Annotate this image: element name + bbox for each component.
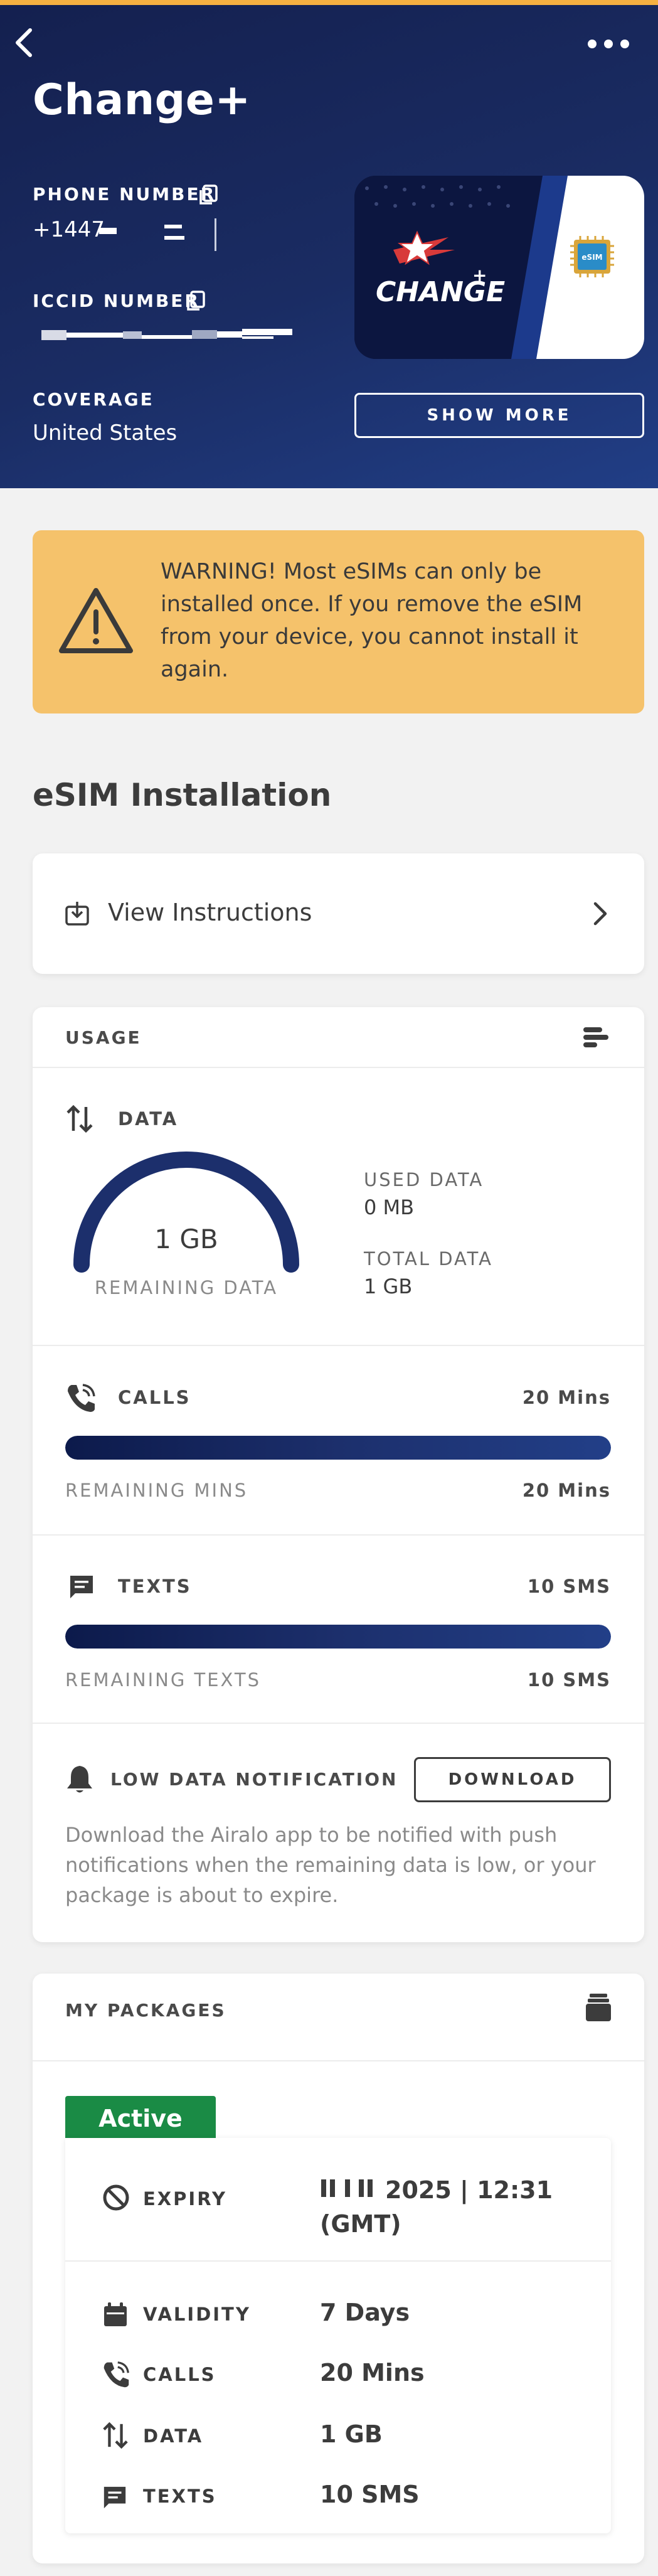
texts-label: TEXTS xyxy=(118,1576,192,1597)
message-icon xyxy=(103,2486,126,2509)
page-title: Change+ xyxy=(33,75,251,125)
dot-icon xyxy=(620,40,629,48)
dot-icon xyxy=(604,40,613,48)
view-instructions-button[interactable]: View Instructions xyxy=(33,853,644,974)
esim-card-art: CHANGE + eSIM xyxy=(354,176,644,359)
texts-value: 10 SMS xyxy=(320,2481,420,2508)
expiry-label: EXPIRY xyxy=(143,2188,227,2210)
data-transfer-icon xyxy=(66,1104,93,1133)
calls-progress-fill xyxy=(65,1436,611,1460)
coverage-value: United States xyxy=(33,420,178,446)
esim-card-image: CHANGE + eSIM xyxy=(354,176,644,359)
remaining-mins-label: REMAINING MINS xyxy=(65,1480,248,1501)
divider xyxy=(65,2260,611,2262)
calls-value: 20 Mins xyxy=(320,2359,425,2386)
texts-progress-bar xyxy=(65,1625,611,1649)
divider xyxy=(33,1067,644,1068)
my-packages-card: MY PACKAGES Active EXPIRY 2025 | 12:31 (… xyxy=(33,1974,644,2563)
remaining-data-value: 1 GB xyxy=(154,1224,218,1254)
esim-header: Change+ PHONE NUMBER +1447 ICCID NUMBER … xyxy=(0,5,658,488)
copy-phone-button[interactable] xyxy=(198,184,218,206)
total-data-label: TOTAL DATA xyxy=(364,1248,493,1269)
texts-progress-fill xyxy=(65,1625,611,1649)
divider xyxy=(33,1534,644,1536)
bell-icon xyxy=(67,1766,92,1793)
my-packages-title: MY PACKAGES xyxy=(65,2000,226,2021)
masked-digits xyxy=(215,218,216,251)
calls-label: CALLS xyxy=(143,2364,216,2385)
package-details: EXPIRY 2025 | 12:31 (GMT) VALIDITY 7 Day… xyxy=(65,2138,611,2533)
copy-icon xyxy=(187,291,205,311)
phone-number-label: PHONE NUMBER xyxy=(33,184,216,205)
back-button[interactable] xyxy=(11,24,36,61)
remaining-texts-label: REMAINING TEXTS xyxy=(65,1669,262,1691)
warning-text: WARNING! Most eSIMs can only be installe… xyxy=(161,559,583,682)
remaining-data-label: REMAINING DATA xyxy=(94,1277,279,1298)
data-label: DATA xyxy=(118,1108,179,1130)
calls-label: CALLS xyxy=(118,1387,191,1408)
usage-card: USAGE DATA 1 GB REMAINING DATA USED DATA… xyxy=(33,1007,644,1942)
divider xyxy=(33,1723,644,1724)
expiry-value: 2025 | 12:31 (GMT) xyxy=(320,2176,553,2238)
notification-description: Download the Airalo app to be notified w… xyxy=(65,1823,596,1907)
packages-stack-icon[interactable] xyxy=(585,1992,612,2023)
phone-number-value: +1447 xyxy=(33,217,105,242)
chevron-right-icon xyxy=(593,902,607,926)
svg-text:+: + xyxy=(472,265,487,286)
used-data-label: USED DATA xyxy=(364,1169,484,1190)
validity-label: VALIDITY xyxy=(143,2304,251,2325)
texts-total: 10 SMS xyxy=(527,1576,611,1597)
installation-title: eSIM Installation xyxy=(33,777,332,813)
remaining-texts-value: 10 SMS xyxy=(527,1669,611,1691)
divider xyxy=(33,2060,644,2061)
more-options-button[interactable] xyxy=(583,33,634,55)
validity-value: 7 Days xyxy=(320,2299,410,2326)
masked-digits xyxy=(99,228,117,234)
block-icon xyxy=(103,2184,129,2211)
data-value: 1 GB xyxy=(320,2420,383,2448)
esim-chip-icon: eSIM xyxy=(570,236,614,277)
show-more-button[interactable]: SHOW MORE xyxy=(354,393,644,438)
calls-progress-bar xyxy=(65,1436,611,1460)
coverage-label: COVERAGE xyxy=(33,389,154,410)
warning-banner: WARNING! Most eSIMs can only be installe… xyxy=(33,530,644,713)
status-badge: Active xyxy=(65,2096,216,2141)
low-data-notification-label: LOW DATA NOTIFICATION xyxy=(110,1769,398,1790)
remaining-mins-value: 20 Mins xyxy=(522,1480,611,1501)
masked-digits xyxy=(164,225,182,228)
total-data-value: 1 GB xyxy=(364,1275,413,1298)
top-accent-line xyxy=(0,0,658,5)
data-label: DATA xyxy=(143,2425,204,2447)
copy-icon xyxy=(199,184,218,205)
usage-list-icon[interactable] xyxy=(582,1025,611,1050)
svg-text:eSIM: eSIM xyxy=(581,253,602,262)
warning-icon xyxy=(59,588,133,653)
used-data-value: 0 MB xyxy=(364,1195,415,1219)
chevron-left-icon xyxy=(16,28,32,57)
remaining-data-gauge xyxy=(73,1152,299,1273)
copy-iccid-button[interactable] xyxy=(186,291,206,312)
data-transfer-icon xyxy=(103,2422,128,2449)
download-button[interactable]: DOWNLOAD xyxy=(414,1757,611,1802)
usage-title: USAGE xyxy=(65,1027,142,1048)
calendar-icon xyxy=(104,2302,127,2326)
message-icon xyxy=(70,1576,93,1598)
dot-icon xyxy=(588,40,597,48)
divider xyxy=(33,1345,644,1346)
download-icon xyxy=(65,902,89,926)
phone-call-icon xyxy=(68,1384,95,1412)
calls-total: 20 Mins xyxy=(522,1387,611,1408)
masked-digits xyxy=(164,236,184,240)
texts-label: TEXTS xyxy=(143,2486,217,2507)
instructions-label: View Instructions xyxy=(108,899,312,926)
phone-call-icon xyxy=(103,2361,129,2388)
iccid-number-label: ICCID NUMBER xyxy=(33,291,200,311)
